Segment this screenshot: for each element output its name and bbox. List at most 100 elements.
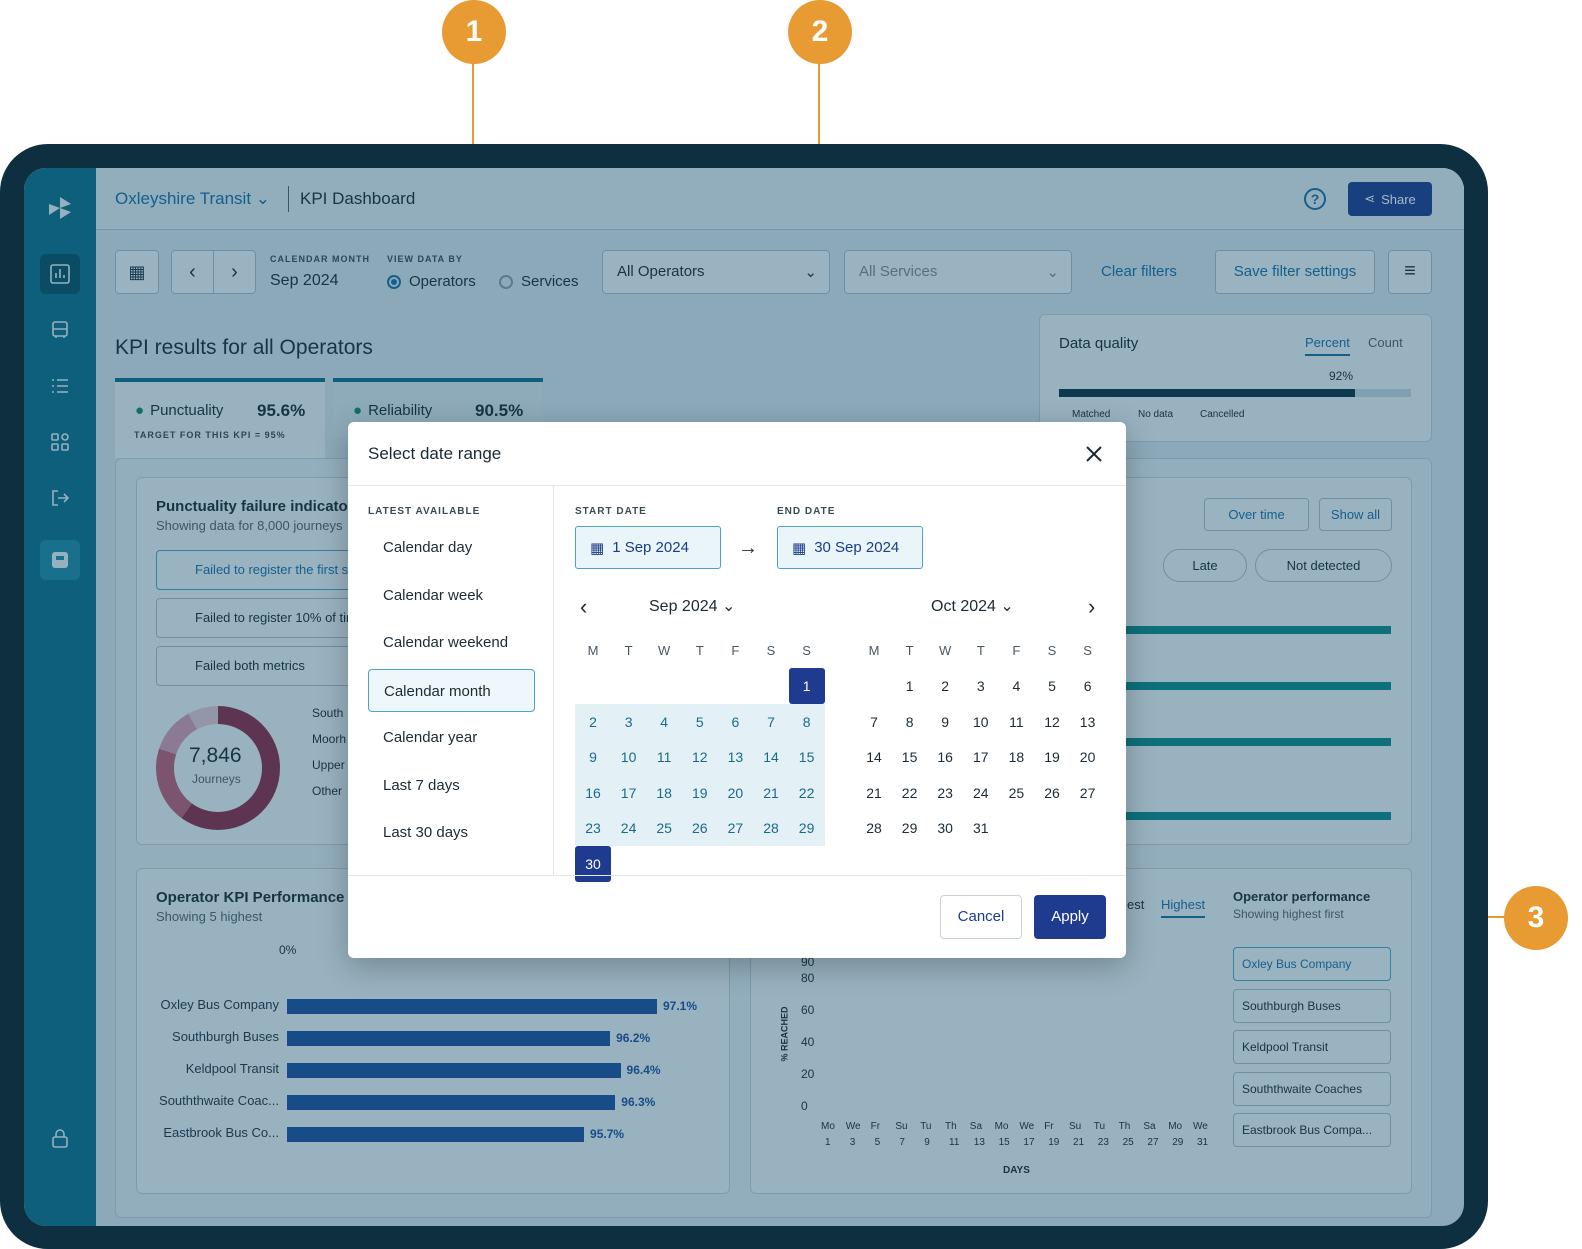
callout-marker-1: 1: [442, 0, 506, 64]
calendar-day[interactable]: 9: [927, 704, 963, 740]
calendar-day[interactable]: 29: [788, 810, 825, 847]
preset-option[interactable]: Calendar day: [368, 526, 535, 569]
weekday-label: F: [731, 643, 740, 658]
start-date-input[interactable]: ▦ 1 Sep 2024: [575, 526, 721, 569]
calendar-day[interactable]: 16: [575, 774, 611, 811]
callout-marker-3: 3: [1504, 886, 1568, 950]
calendar-day[interactable]: 19: [681, 774, 718, 811]
cancel-label: Cancel: [957, 908, 1005, 925]
dialog-footer: Cancel Apply: [348, 875, 1126, 958]
close-icon[interactable]: [1082, 442, 1106, 466]
calendar-day[interactable]: 7: [753, 703, 789, 740]
calendar-day[interactable]: 18: [998, 739, 1034, 775]
calendar-day[interactable]: 18: [646, 774, 683, 811]
weekday-label: M: [587, 643, 599, 658]
calendar-day[interactable]: 7: [856, 704, 892, 740]
calendar-day[interactable]: 20: [1070, 739, 1106, 775]
calendar-day[interactable]: 23: [575, 810, 611, 847]
calendar-day[interactable]: 25: [998, 775, 1034, 811]
calendar-day[interactable]: 11: [646, 739, 683, 776]
calendar-day[interactable]: 31: [963, 810, 999, 846]
weekday-label: S: [1083, 643, 1092, 658]
date-range-dialog: Select date range LATEST AVAILABLE Calen…: [348, 422, 1126, 958]
preset-option[interactable]: Calendar year: [368, 716, 535, 759]
weekday-label: S: [802, 643, 811, 658]
calendar-day[interactable]: 17: [963, 739, 999, 775]
next-month-arrow[interactable]: ›: [1088, 594, 1095, 620]
calendar-day[interactable]: 16: [927, 739, 963, 775]
calendar-day[interactable]: 3: [610, 703, 647, 740]
calendar-day[interactable]: 24: [963, 775, 999, 811]
calendar-day[interactable]: 30: [927, 810, 963, 846]
calendar-day[interactable]: 23: [927, 775, 963, 811]
latest-label: LATEST AVAILABLE: [368, 506, 481, 517]
month-2-select[interactable]: Oct 2024 ⌄: [931, 596, 1014, 616]
calendar-day[interactable]: 28: [753, 810, 789, 847]
month-1-select[interactable]: Sep 2024 ⌄: [649, 596, 735, 616]
calendar-day[interactable]: 20: [717, 774, 754, 811]
calendar-day[interactable]: 1: [788, 668, 825, 704]
calendar-day[interactable]: 9: [575, 739, 611, 776]
calendar-day[interactable]: 27: [1070, 775, 1106, 811]
weekday-label: F: [1012, 643, 1021, 658]
calendar-day[interactable]: 26: [681, 810, 718, 847]
calendar-day[interactable]: 24: [610, 810, 647, 847]
calendar-day[interactable]: 28: [856, 810, 892, 846]
calendar-day[interactable]: 8: [788, 703, 825, 740]
calendar-day[interactable]: 29: [892, 810, 928, 846]
calendar-day[interactable]: 8: [892, 704, 928, 740]
calendar-day[interactable]: 22: [788, 774, 825, 811]
calendar-day[interactable]: 12: [1034, 704, 1070, 740]
calendar-day[interactable]: 26: [1034, 775, 1070, 811]
calendar-day[interactable]: 17: [610, 774, 647, 811]
weekday-label: T: [624, 643, 633, 658]
callout-marker-2: 2: [788, 0, 852, 64]
weekday-label: T: [695, 643, 704, 658]
cancel-button[interactable]: Cancel: [940, 895, 1022, 939]
start-date-label: START DATE: [575, 506, 647, 517]
preset-option[interactable]: Last 30 days: [368, 811, 535, 854]
calendar-day[interactable]: 4: [646, 703, 683, 740]
calendar-day[interactable]: 14: [856, 739, 892, 775]
weekday-label: T: [905, 643, 914, 658]
apply-button[interactable]: Apply: [1034, 895, 1106, 939]
weekday-label: W: [939, 643, 952, 658]
calendar-day[interactable]: 15: [892, 739, 928, 775]
preset-option[interactable]: Calendar month: [368, 668, 535, 712]
preset-option[interactable]: Calendar week: [368, 574, 535, 617]
calendar-day[interactable]: 13: [1070, 704, 1106, 740]
prev-month-arrow[interactable]: ‹: [580, 594, 587, 620]
calendar-day[interactable]: 4: [998, 668, 1034, 704]
calendar-day[interactable]: 11: [998, 704, 1034, 740]
calendar-day[interactable]: 19: [1034, 739, 1070, 775]
dialog-title: Select date range: [368, 444, 502, 463]
preset-option[interactable]: Last 7 days: [368, 764, 535, 807]
calendar-day[interactable]: 2: [927, 668, 963, 704]
end-date-label: END DATE: [777, 506, 836, 517]
calendar-day[interactable]: 3: [963, 668, 999, 704]
calendar-day[interactable]: 6: [1070, 668, 1106, 704]
calendar-day[interactable]: 27: [717, 810, 754, 847]
preset-option[interactable]: Calendar weekend: [368, 621, 535, 664]
end-date-input[interactable]: ▦ 30 Sep 2024: [777, 526, 923, 569]
calendar-day[interactable]: 21: [856, 775, 892, 811]
calendar-day[interactable]: 21: [753, 774, 789, 811]
month-1-label: Sep 2024: [649, 598, 718, 615]
calendar-day[interactable]: 25: [646, 810, 683, 847]
calendar-day[interactable]: 15: [788, 739, 825, 776]
dialog-header: Select date range: [348, 422, 1126, 486]
calendar-icon: ▦: [590, 539, 605, 557]
weekday-label: W: [658, 643, 671, 658]
calendar-day[interactable]: 6: [717, 703, 754, 740]
calendar-day[interactable]: 22: [892, 775, 928, 811]
calendar-day[interactable]: 13: [717, 739, 754, 776]
calendar-day[interactable]: 2: [575, 703, 611, 740]
calendar-day[interactable]: 10: [963, 704, 999, 740]
calendar-day[interactable]: 5: [1034, 668, 1070, 704]
calendar-day[interactable]: 5: [681, 703, 718, 740]
calendar-day[interactable]: 12: [681, 739, 718, 776]
preset-list: LATEST AVAILABLE Calendar day Calendar we…: [348, 486, 554, 875]
calendar-day[interactable]: 10: [610, 739, 647, 776]
calendar-day[interactable]: 14: [753, 739, 789, 776]
calendar-day[interactable]: 1: [892, 668, 928, 704]
